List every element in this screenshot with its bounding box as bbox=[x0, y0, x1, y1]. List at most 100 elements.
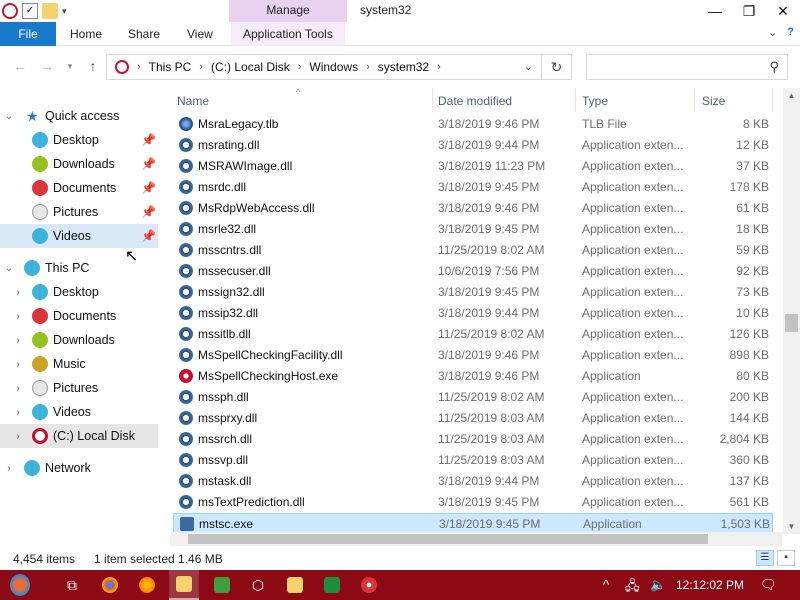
file-row[interactable]: mssign32.dll 3/18/2019 9:45 PM Application… bbox=[173, 282, 773, 303]
back-button[interactable]: ← bbox=[10, 56, 30, 76]
volume-icon[interactable]: 🔈 bbox=[650, 577, 666, 593]
manage-context-tab[interactable]: Manage bbox=[229, 0, 347, 22]
app-button-2[interactable]: ⬡ bbox=[248, 575, 268, 595]
breadcrumb-separator-icon[interactable]: › bbox=[298, 61, 302, 73]
file-row[interactable]: msrdc.dll 3/18/2019 9:45 PM Application ex… bbox=[173, 177, 773, 198]
refresh-button[interactable]: ↻ bbox=[542, 54, 572, 80]
app-button-4[interactable] bbox=[322, 575, 342, 595]
expand-ribbon-icon[interactable]: ⌄ bbox=[768, 26, 777, 39]
start-button[interactable] bbox=[10, 574, 30, 596]
pin-icon[interactable]: 📌 bbox=[141, 133, 156, 147]
file-row[interactable]: MsSpellCheckingHost.exe 3/18/2019 9:46 PM… bbox=[173, 366, 773, 387]
details-view-icon[interactable]: ☰ bbox=[756, 550, 774, 566]
file-row[interactable]: msrle32.dll 3/18/2019 9:45 PM Application … bbox=[173, 219, 773, 240]
action-center-icon[interactable]: 🗨 bbox=[760, 577, 777, 593]
file-row[interactable]: mssph.dll 11/25/2019 8:02 AM Application e… bbox=[173, 387, 773, 408]
nav-quick-documents[interactable]: Documents 📌 bbox=[0, 176, 158, 200]
file-row[interactable]: mssecuser.dll 10/6/2019 7:56 PM Applicatio… bbox=[173, 261, 773, 282]
pin-icon[interactable]: 📌 bbox=[141, 181, 156, 195]
column-divider[interactable] bbox=[432, 88, 433, 112]
pin-icon[interactable]: 📌 bbox=[141, 157, 156, 171]
app-button-5[interactable] bbox=[359, 575, 379, 595]
pin-icon[interactable]: 📌 bbox=[141, 229, 156, 243]
breadcrumb-separator-icon[interactable]: › bbox=[366, 61, 370, 73]
firefox-button[interactable] bbox=[137, 575, 157, 595]
new-folder-icon[interactable] bbox=[42, 3, 58, 19]
nav-this-pc[interactable]: ⌄ This PC bbox=[0, 256, 158, 280]
breadcrumb-this-pc[interactable]: This PC bbox=[149, 60, 192, 74]
nav-network[interactable]: › Network bbox=[0, 456, 158, 480]
address-bar[interactable]: › This PC › (C:) Local Disk › Windows › … bbox=[106, 54, 542, 80]
scroll-down-icon[interactable]: ▼ bbox=[783, 522, 800, 531]
file-row[interactable]: mstsc.exe 3/18/2019 9:45 PM Application 1,5… bbox=[173, 513, 773, 534]
file-row[interactable]: mssitlb.dll 11/25/2019 8:02 AM Application… bbox=[173, 324, 773, 345]
nav-pc-documents[interactable]: › Documents bbox=[0, 304, 158, 328]
file-row[interactable]: MsSpellCheckingFacility.dll 3/18/2019 9:4… bbox=[173, 345, 773, 366]
breadcrumb-local-disk[interactable]: (C:) Local Disk bbox=[211, 60, 290, 74]
file-row[interactable]: MSRAWImage.dll 3/18/2019 11:23 PM Applicat… bbox=[173, 156, 773, 177]
breadcrumb-windows[interactable]: Windows bbox=[309, 60, 358, 74]
customize-qa-dropdown-icon[interactable]: ▾ bbox=[62, 6, 67, 17]
app-icon[interactable] bbox=[2, 3, 18, 19]
task-view-button[interactable]: ⧉ bbox=[62, 575, 82, 595]
horizontal-scrollbar[interactable] bbox=[170, 532, 782, 546]
file-explorer-button[interactable] bbox=[169, 570, 199, 600]
file-row[interactable]: msscntrs.dll 11/25/2019 8:02 AM Applicatio… bbox=[173, 240, 773, 261]
breadcrumb-system32[interactable]: system32 bbox=[378, 60, 429, 74]
file-row[interactable]: mssrch.dll 11/25/2019 8:03 AM Application … bbox=[173, 429, 773, 450]
chrome-button[interactable] bbox=[100, 575, 120, 595]
file-row[interactable]: mssprxy.dll 11/25/2019 8:03 AM Application… bbox=[173, 408, 773, 429]
maximize-button[interactable]: ❐ bbox=[732, 0, 766, 22]
nav-quick-videos[interactable]: Videos 📌 bbox=[0, 224, 158, 248]
nav-quick-downloads[interactable]: Downloads 📌 bbox=[0, 152, 158, 176]
column-divider[interactable] bbox=[772, 88, 773, 112]
column-name-header[interactable]: Name bbox=[177, 94, 209, 108]
nav-pc-downloads[interactable]: › Downloads bbox=[0, 328, 158, 352]
breadcrumb-separator-icon[interactable]: › bbox=[437, 61, 441, 73]
tab-home[interactable]: Home bbox=[58, 22, 114, 46]
file-row[interactable]: mssvp.dll 11/25/2019 8:03 AM Application e… bbox=[173, 450, 773, 471]
tab-view[interactable]: View bbox=[175, 22, 225, 46]
address-dropdown-icon[interactable]: ⌄ bbox=[524, 60, 533, 73]
network-tray-icon[interactable]: 🖧 bbox=[625, 577, 640, 599]
file-row[interactable]: MsRdpWebAccess.dll 3/18/2019 9:46 PM Appli… bbox=[173, 198, 773, 219]
nav-pc-pictures[interactable]: › Pictures bbox=[0, 376, 158, 400]
pin-icon[interactable]: 📌 bbox=[141, 205, 156, 219]
column-divider[interactable] bbox=[694, 88, 695, 112]
app-button-1[interactable] bbox=[212, 575, 232, 595]
file-row[interactable]: mssip32.dll 3/18/2019 9:44 PM Application … bbox=[173, 303, 773, 324]
minimize-button[interactable]: — bbox=[698, 0, 732, 22]
file-row[interactable]: mstask.dll 3/18/2019 9:44 PM Application e… bbox=[173, 471, 773, 492]
forward-button[interactable]: → bbox=[37, 56, 57, 76]
column-type-header[interactable]: Type bbox=[582, 94, 608, 108]
tab-share[interactable]: Share bbox=[116, 22, 172, 46]
expand-icon[interactable]: › bbox=[13, 431, 23, 442]
file-row[interactable]: msTextPrediction.dll 3/18/2019 9:45 PM App… bbox=[173, 492, 773, 513]
expand-icon[interactable]: › bbox=[13, 335, 23, 346]
column-divider[interactable] bbox=[575, 88, 576, 112]
nav-quick-access[interactable]: ⌄ ★ Quick access bbox=[0, 104, 158, 128]
scroll-up-icon[interactable]: ▲ bbox=[783, 91, 800, 100]
recent-locations-button[interactable]: ▾ bbox=[60, 56, 80, 76]
collapse-icon[interactable]: ⌄ bbox=[4, 111, 14, 122]
breadcrumb-separator-icon[interactable]: › bbox=[199, 61, 203, 73]
expand-icon[interactable]: › bbox=[13, 407, 23, 418]
nav-pc-desktop[interactable]: › Desktop bbox=[0, 280, 158, 304]
close-button[interactable]: ✕ bbox=[766, 0, 800, 22]
file-row[interactable]: msrating.dll 3/18/2019 9:44 PM Application… bbox=[173, 135, 773, 156]
help-icon[interactable]: ? bbox=[787, 26, 794, 39]
horizontal-scroll-thumb[interactable] bbox=[188, 534, 708, 544]
expand-icon[interactable]: › bbox=[13, 359, 23, 370]
vertical-scrollbar[interactable]: ▲ ▼ bbox=[783, 88, 800, 534]
nav-pc-videos[interactable]: › Videos bbox=[0, 400, 158, 424]
nav-pc-music[interactable]: › Music bbox=[0, 352, 158, 376]
column-date-header[interactable]: Date modified bbox=[438, 94, 512, 108]
search-box[interactable]: ⚲ bbox=[586, 54, 788, 80]
expand-icon[interactable]: › bbox=[13, 383, 23, 394]
expand-icon[interactable]: › bbox=[13, 287, 23, 298]
vertical-scroll-thumb[interactable] bbox=[785, 314, 798, 332]
show-hidden-icons-icon[interactable]: ^ bbox=[603, 577, 609, 592]
breadcrumb-separator-icon[interactable]: › bbox=[137, 61, 141, 73]
properties-icon[interactable]: ✓ bbox=[22, 3, 38, 19]
app-button-3[interactable] bbox=[285, 575, 305, 595]
